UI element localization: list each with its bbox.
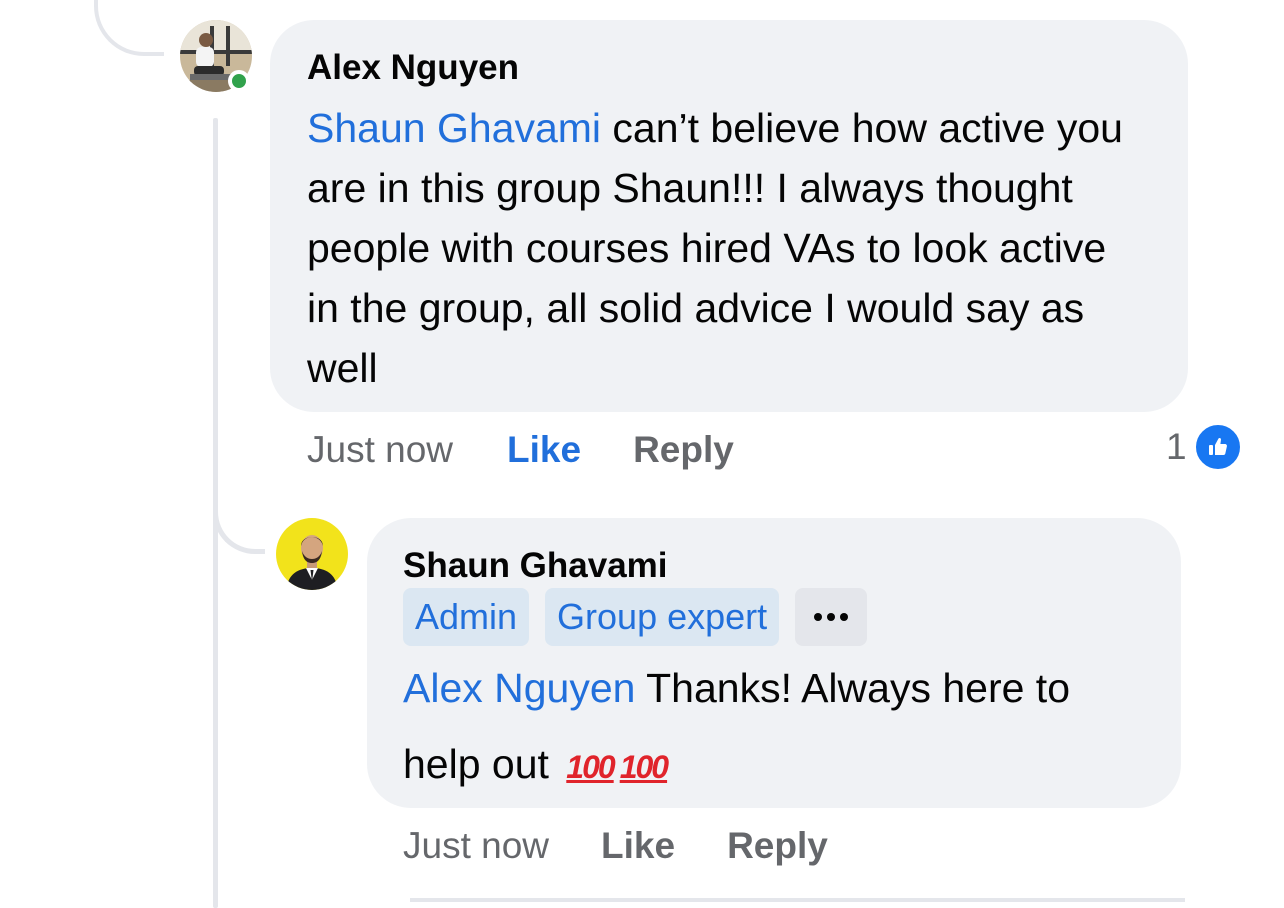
- more-dot-icon: [827, 613, 836, 621]
- admin-badge[interactable]: Admin: [403, 588, 530, 646]
- more-dot-icon: [814, 613, 823, 621]
- thread-connector-top: [94, 0, 164, 56]
- avatar-shaun-ghavami[interactable]: [276, 518, 348, 590]
- reply-actions: Just now Like Reply: [403, 824, 828, 868]
- hundred-points-emoji-icon: 100: [619, 749, 669, 785]
- comment-bubble: Alex Nguyen Shaun Ghavami can’t believe …: [270, 20, 1188, 412]
- comment-author[interactable]: Alex Nguyen: [307, 46, 1148, 90]
- like-icon: [1192, 422, 1243, 472]
- author-badges: Admin Group expert: [403, 588, 1145, 646]
- online-status-dot: [228, 70, 250, 92]
- comment-actions: Just now Like Reply: [307, 428, 734, 472]
- reply-reply-button[interactable]: Reply: [727, 824, 828, 868]
- next-item-edge: [410, 898, 1185, 902]
- reply-text: Alex Nguyen Thanks! Always here to help …: [403, 650, 1145, 805]
- hundred-points-emoji-icon: 100: [566, 749, 615, 785]
- thread-connector-reply: [213, 480, 265, 554]
- like-button[interactable]: Like: [507, 428, 581, 472]
- group-expert-badge[interactable]: Group expert: [545, 588, 780, 646]
- reaction-summary[interactable]: 1: [1166, 422, 1243, 472]
- reply-like-button[interactable]: Like: [601, 824, 675, 868]
- reply-button[interactable]: Reply: [633, 428, 734, 472]
- reply-mention[interactable]: Alex Nguyen: [403, 665, 635, 711]
- comment-mention[interactable]: Shaun Ghavami: [307, 105, 601, 151]
- more-badges-button[interactable]: [795, 588, 868, 646]
- reply-author[interactable]: Shaun Ghavami: [403, 544, 1145, 588]
- more-dot-icon: [840, 613, 849, 621]
- comment-timestamp[interactable]: Just now: [307, 428, 453, 472]
- reaction-count: 1: [1166, 426, 1187, 467]
- reply-timestamp[interactable]: Just now: [403, 824, 549, 868]
- comment-text: Shaun Ghavami can’t believe how active y…: [307, 98, 1148, 398]
- reply-bubble: Shaun Ghavami Admin Group expert Alex Ng…: [367, 518, 1181, 808]
